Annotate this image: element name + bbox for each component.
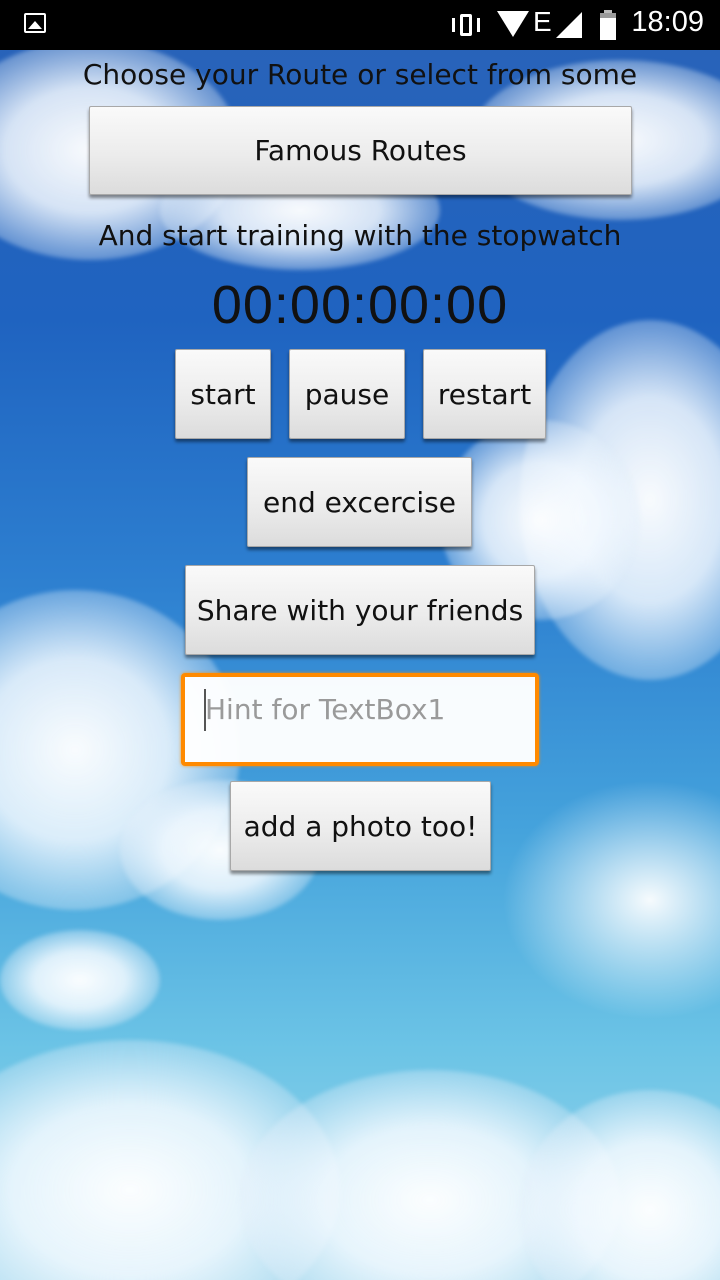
add-photo-button[interactable]: add a photo too! [230, 781, 491, 871]
app-screen: E 18:09 Choose your Route or select from… [0, 0, 720, 1280]
status-clock: 18:09 [631, 6, 704, 38]
famous-routes-button[interactable]: Famous Routes [89, 106, 632, 195]
battery-level-fill [600, 18, 616, 40]
network-type-indicator: E [533, 6, 552, 37]
intro-text: Choose your Route or select from some [82, 58, 638, 91]
pause-button[interactable]: pause [289, 349, 405, 439]
gallery-notification-icon [24, 13, 46, 33]
restart-button[interactable]: restart [423, 349, 546, 439]
end-exercise-button[interactable]: end excercise [247, 457, 472, 547]
start-button[interactable]: start [175, 349, 271, 439]
vibrate-icon [452, 12, 480, 38]
background-cloud [0, 930, 160, 1030]
text-input-box[interactable] [181, 673, 539, 766]
battery-icon [600, 10, 616, 40]
training-text: And start training with the stopwatch [98, 219, 622, 252]
stopwatch-display: 00:00:00:00 [211, 275, 509, 335]
text-cursor [204, 689, 206, 731]
signal-strength-icon [556, 12, 582, 38]
share-with-friends-button[interactable]: Share with your friends [185, 565, 535, 655]
hint-text-input[interactable] [205, 689, 525, 729]
wifi-icon [497, 11, 529, 37]
status-bar: E 18:09 [0, 0, 720, 50]
